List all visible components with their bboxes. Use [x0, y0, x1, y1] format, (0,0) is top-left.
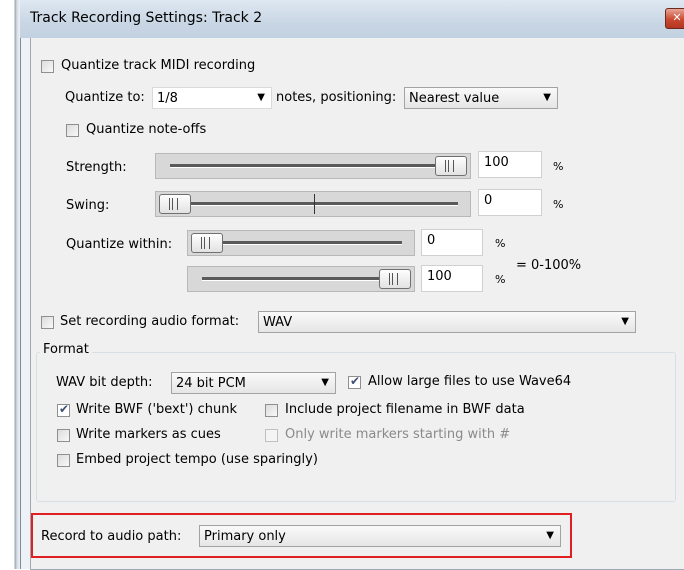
percent-label: %	[553, 198, 564, 211]
strength-value: 100	[484, 155, 509, 170]
swing-slider[interactable]	[155, 191, 471, 217]
slider-thumb[interactable]	[191, 233, 223, 253]
within-min-input[interactable]: 0	[421, 229, 483, 256]
bwf-label: Write BWF ('bext') chunk	[76, 402, 238, 417]
within-max-input[interactable]: 100	[421, 265, 483, 292]
within-min-slider[interactable]	[187, 230, 415, 256]
percent-label: %	[495, 237, 506, 250]
format-group-label: Format	[40, 342, 92, 357]
strength-slider[interactable]	[155, 153, 471, 179]
quantize-to-label: Quantize to:	[65, 90, 145, 105]
close-icon: ✕	[672, 11, 682, 24]
embed-tempo-checkbox[interactable]	[57, 454, 70, 467]
slider-thumb[interactable]	[435, 156, 467, 176]
embed-tempo-label: Embed project tempo (use sparingly)	[76, 452, 318, 467]
wave64-label: Allow large files to use Wave64	[368, 374, 572, 389]
quantize-to-value: 1/8	[157, 91, 178, 106]
chevron-down-icon: ▼	[321, 377, 329, 388]
bwf-checkbox[interactable]	[57, 402, 70, 417]
percent-label: %	[553, 160, 564, 173]
chevron-down-icon: ▼	[257, 92, 265, 103]
include-filename-checkbox[interactable]	[265, 404, 278, 417]
quantize-within-label: Quantize within:	[66, 237, 173, 252]
background-window-edge	[0, 0, 20, 569]
quantize-note-offs-label: Quantize note-offs	[86, 122, 207, 137]
within-min-value: 0	[427, 233, 436, 248]
notes-positioning-label: notes, positioning:	[276, 90, 397, 105]
bit-depth-label: WAV bit depth:	[56, 375, 153, 390]
quantize-midi-checkbox[interactable]	[41, 60, 54, 73]
wave64-checkbox[interactable]	[348, 374, 361, 389]
markers-as-cues-checkbox[interactable]	[57, 429, 70, 442]
slider-thumb[interactable]	[379, 269, 411, 289]
positioning-dropdown[interactable]: Nearest value ▼	[404, 87, 558, 109]
audio-format-dropdown[interactable]: WAV ▼	[258, 311, 636, 333]
strength-input[interactable]: 100	[478, 151, 542, 178]
chevron-down-icon: ▼	[543, 92, 551, 103]
swing-input[interactable]: 0	[478, 189, 542, 216]
slider-track	[202, 277, 402, 281]
bit-depth-value: 24 bit PCM	[176, 376, 246, 391]
set-audio-format-label: Set recording audio format:	[60, 314, 240, 329]
close-button[interactable]: ✕	[665, 8, 684, 29]
include-filename-label: Include project filename in BWF data	[285, 402, 525, 417]
percent-label: %	[495, 273, 506, 286]
swing-label: Swing:	[66, 198, 110, 213]
quantize-midi-label: Quantize track MIDI recording	[61, 58, 256, 73]
only-markers-label: Only write markers starting with #	[285, 427, 511, 442]
slider-track	[170, 164, 458, 168]
slider-track	[202, 241, 402, 245]
swing-value: 0	[484, 193, 493, 208]
window-title: Track Recording Settings: Track 2	[30, 10, 263, 26]
range-note: = 0-100%	[516, 258, 582, 273]
strength-label: Strength:	[66, 160, 127, 175]
center-mark	[314, 194, 315, 214]
within-max-slider[interactable]	[187, 266, 415, 292]
audio-format-value: WAV	[263, 315, 293, 330]
markers-as-cues-label: Write markers as cues	[76, 427, 221, 442]
set-audio-format-checkbox[interactable]	[41, 316, 54, 329]
within-max-value: 100	[427, 269, 452, 284]
quantize-note-offs-checkbox[interactable]	[66, 124, 79, 137]
bit-depth-dropdown[interactable]: 24 bit PCM ▼	[171, 372, 336, 394]
slider-thumb[interactable]	[159, 194, 191, 214]
highlight-box	[31, 513, 572, 558]
chevron-down-icon: ▼	[621, 316, 629, 327]
only-markers-checkbox[interactable]	[265, 429, 278, 442]
positioning-value: Nearest value	[409, 91, 500, 106]
quantize-to-dropdown[interactable]: 1/8 ▼	[152, 87, 272, 109]
